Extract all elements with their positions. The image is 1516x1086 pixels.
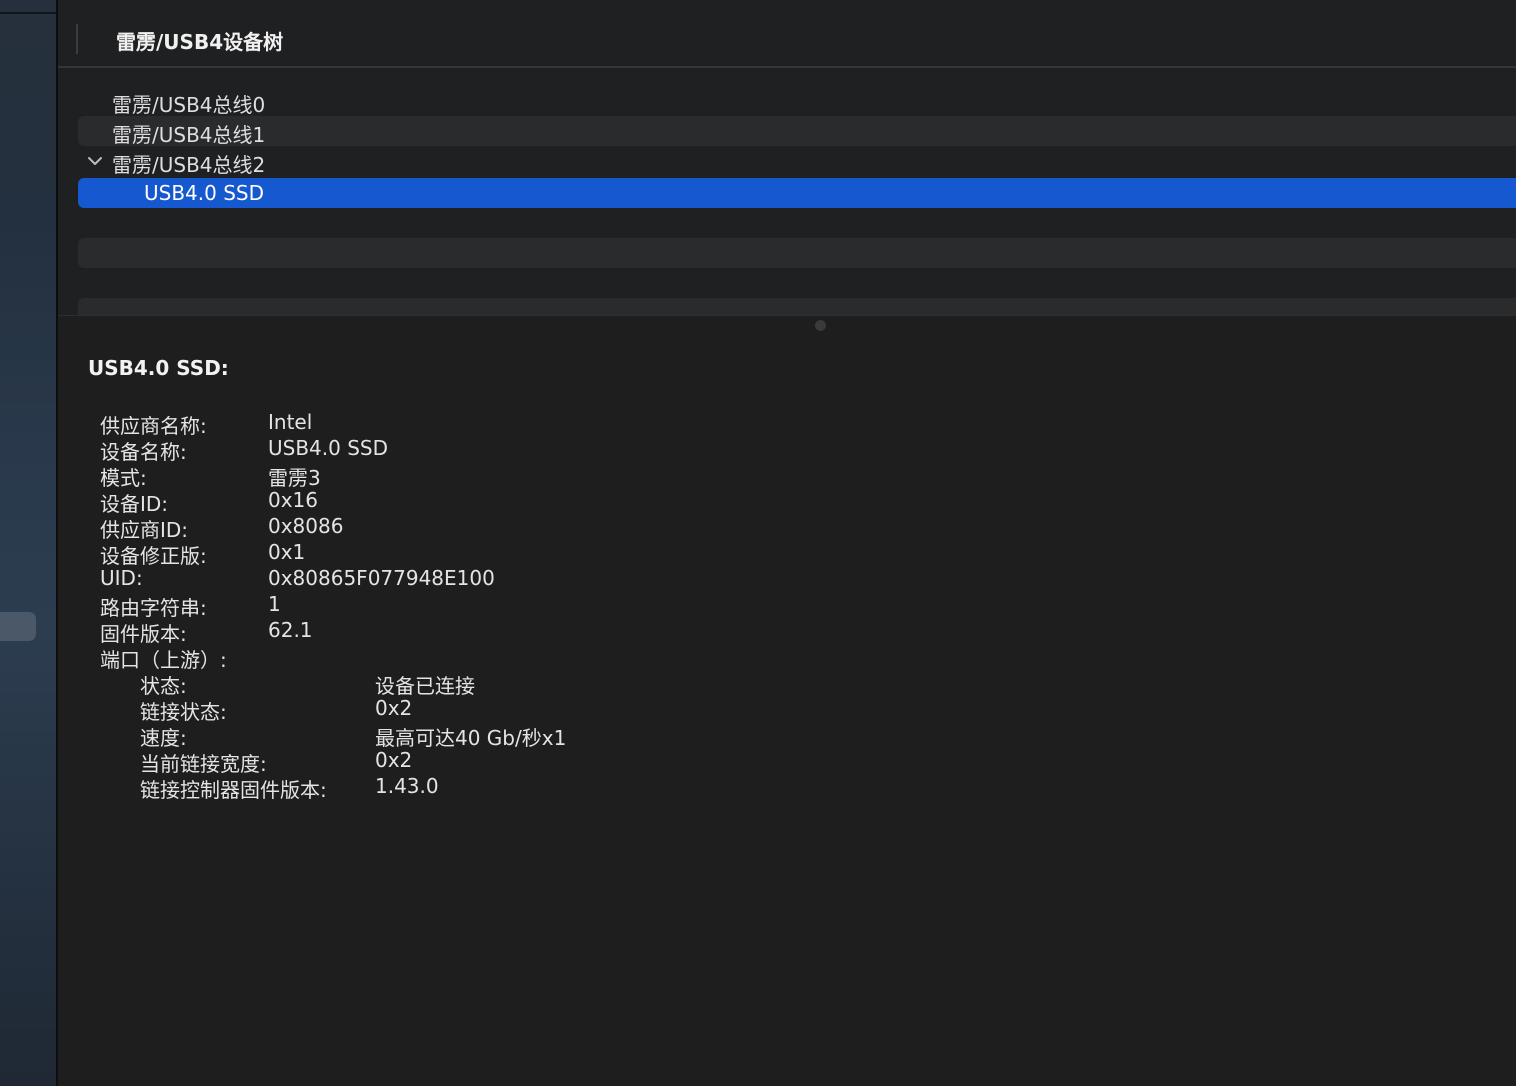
field-value-device-name: USB4.0 SSD [268, 436, 389, 460]
tree-row-label: USB4.0 SSD [144, 181, 265, 205]
tree-row-label: 雷雳/USB4总线2 [112, 153, 266, 177]
device-details-panel: USB4.0 SSD: 供应商名称: Intel 设备名称: USB4.0 SS… [58, 334, 1516, 1086]
field-value-vendor-id: 0x8086 [268, 514, 344, 538]
sidebar [0, 0, 58, 1086]
field-value-vendor-name: Intel [268, 410, 313, 434]
port-key-speed: 速度: [140, 726, 187, 750]
tree-row-label: 雷雳/USB4总线0 [112, 93, 266, 117]
details-title: USB4.0 SSD: [88, 356, 229, 380]
field-value-device-id: 0x16 [268, 488, 319, 512]
tree-row-empty [78, 238, 1516, 268]
field-key-device-id: 设备ID: [100, 492, 169, 516]
port-value-current-link-width: 0x2 [375, 748, 413, 772]
port-value-link-status: 0x2 [375, 696, 413, 720]
field-key-uid: UID: [100, 566, 143, 590]
sidebar-toolbar-edge [0, 0, 56, 14]
port-value-status: 设备已连接 [375, 674, 475, 698]
chevron-down-icon[interactable] [86, 152, 104, 170]
port-value-speed: 最高可达40 Gb/秒x1 [375, 726, 567, 750]
port-key-link-controller-firmware: 链接控制器固件版本: [140, 778, 327, 802]
field-value-mode: 雷雳3 [268, 466, 321, 490]
system-information-window: 雷雳/USB4设备树 雷雳/USB4总线0 雷雳/USB4总线1 雷雳/USB4… [0, 0, 1516, 1086]
field-key-route-string: 路由字符串: [100, 596, 207, 620]
tree-row-label: 雷雳/USB4总线1 [112, 123, 266, 147]
sidebar-selected-item[interactable] [0, 612, 36, 641]
device-tree-title[interactable]: 雷雳/USB4设备树 [116, 26, 283, 55]
field-key-port-upstream: 端口（上游）: [100, 648, 227, 672]
splitter-handle[interactable] [815, 320, 826, 331]
tree-row-bus-0[interactable]: 雷雳/USB4总线0 [78, 86, 1516, 117]
tree-row-bus-2[interactable]: 雷雳/USB4总线2 [78, 146, 1516, 177]
column-divider[interactable] [76, 24, 78, 54]
field-key-firmware-version: 固件版本: [100, 622, 187, 646]
field-key-device-revision: 设备修正版: [100, 544, 207, 568]
device-tree-panel: 雷雳/USB4设备树 雷雳/USB4总线0 雷雳/USB4总线1 雷雳/USB4… [58, 0, 1516, 315]
tree-row-bus-1[interactable]: 雷雳/USB4总线1 [78, 116, 1516, 147]
port-key-link-status: 链接状态: [140, 700, 227, 724]
field-value-firmware-version: 62.1 [268, 618, 313, 642]
pane-splitter[interactable] [58, 315, 1516, 335]
field-value-device-revision: 0x1 [268, 540, 306, 564]
field-value-route-string: 1 [268, 592, 281, 616]
port-value-link-controller-firmware: 1.43.0 [375, 774, 439, 798]
tree-row-usb4-ssd[interactable]: USB4.0 SSD [78, 178, 1516, 208]
field-key-device-name: 设备名称: [100, 440, 187, 464]
field-key-vendor-name: 供应商名称: [100, 414, 207, 438]
tree-row-empty [78, 298, 1516, 315]
field-value-uid: 0x80865F077948E100 [268, 566, 495, 590]
device-tree-header: 雷雳/USB4设备树 [58, 0, 1516, 68]
field-key-vendor-id: 供应商ID: [100, 518, 189, 542]
port-key-status: 状态: [140, 674, 187, 698]
field-key-mode: 模式: [100, 466, 147, 490]
port-key-current-link-width: 当前链接宽度: [140, 752, 267, 776]
